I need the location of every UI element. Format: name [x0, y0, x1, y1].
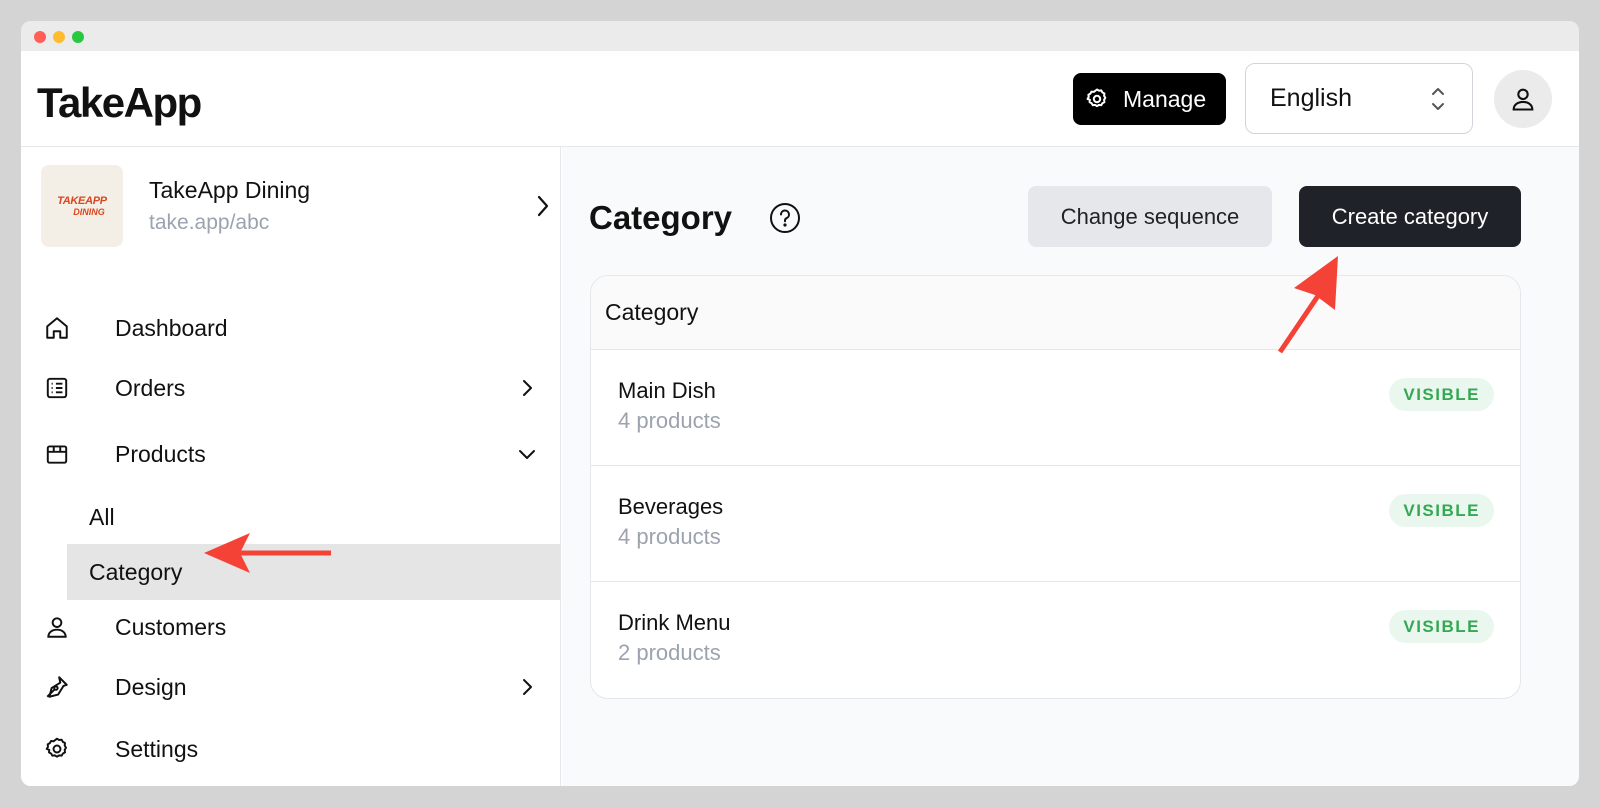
- page-title: Category: [589, 199, 733, 236]
- chevron-right-icon: [523, 679, 532, 695]
- store-url: take.app/abc: [149, 211, 270, 234]
- manage-label: Manage: [1123, 85, 1207, 112]
- app-logo[interactable]: TakeApp: [37, 79, 202, 127]
- status-badge: VISIBLE: [1389, 610, 1494, 643]
- window-titlebar: [21, 21, 1579, 51]
- store-name: TakeApp Dining: [149, 177, 311, 203]
- category-name: Main Dish: [618, 378, 716, 403]
- sidebar-item-design[interactable]: Design: [41, 662, 541, 712]
- home-icon: [41, 312, 73, 344]
- language-value: English: [1270, 84, 1352, 112]
- table-header: Category: [591, 276, 1520, 350]
- sidebar-item-label: Products: [115, 440, 206, 467]
- chevron-right-icon: [523, 380, 532, 396]
- store-switcher[interactable]: TAKEAPP DINING TakeApp Dining take.app/a…: [41, 165, 551, 249]
- product-count: 4 products: [618, 408, 721, 433]
- sidebar-item-label: Orders: [115, 374, 186, 401]
- sidebar-item-label: Dashboard: [115, 314, 228, 341]
- sidebar-item-customers[interactable]: Customers: [41, 602, 541, 652]
- category-name: Drink Menu: [618, 610, 731, 635]
- status-badge: VISIBLE: [1389, 494, 1494, 527]
- category-table: Category Main Dish 4 products VISIBLE Be…: [590, 275, 1521, 699]
- user-icon: [1512, 88, 1534, 111]
- product-count: 2 products: [618, 640, 721, 665]
- chevron-up-down-icon: [1432, 88, 1444, 110]
- chevron-down-icon: [519, 450, 535, 459]
- sidebar: TAKEAPP DINING TakeApp Dining take.app/a…: [21, 147, 561, 786]
- help-icon[interactable]: [769, 202, 801, 234]
- category-name: Beverages: [618, 494, 724, 519]
- create-category-button[interactable]: Create category: [1299, 186, 1521, 247]
- app-window: TakeApp Manage English TAKEAPP DINING Ta…: [21, 21, 1579, 786]
- box-icon: [41, 438, 73, 470]
- table-row[interactable]: Beverages 4 products VISIBLE: [591, 466, 1520, 582]
- pen-tool-icon: [41, 671, 73, 703]
- gear-icon: [41, 733, 73, 765]
- sidebar-item-label: Settings: [115, 735, 199, 762]
- product-count: 4 products: [618, 524, 721, 549]
- sidebar-subitem-all[interactable]: All: [67, 489, 561, 545]
- user-avatar-button[interactable]: [1494, 70, 1552, 128]
- main-content: Category Change sequence Create category…: [562, 147, 1579, 786]
- sidebar-item-products[interactable]: Products: [41, 429, 541, 479]
- sidebar-item-orders[interactable]: Orders: [41, 363, 541, 413]
- sidebar-item-label: Design: [115, 673, 187, 700]
- sidebar-item-dashboard[interactable]: Dashboard: [41, 303, 541, 353]
- gear-icon: [1086, 88, 1107, 108]
- language-select[interactable]: English: [1245, 63, 1473, 134]
- status-badge: VISIBLE: [1389, 378, 1494, 411]
- sidebar-item-label: Customers: [115, 613, 227, 640]
- change-sequence-button[interactable]: Change sequence: [1028, 186, 1272, 247]
- maximize-window-button[interactable]: [72, 31, 84, 43]
- table-row[interactable]: Main Dish 4 products VISIBLE: [591, 350, 1520, 466]
- manage-button[interactable]: Manage: [1073, 73, 1226, 125]
- close-window-button[interactable]: [34, 31, 46, 43]
- sidebar-subitem-category[interactable]: Category: [67, 544, 561, 600]
- store-logo: TAKEAPP DINING: [41, 165, 123, 247]
- sidebar-item-settings[interactable]: Settings: [41, 724, 541, 774]
- minimize-window-button[interactable]: [53, 31, 65, 43]
- top-header: TakeApp Manage English: [21, 51, 1579, 147]
- table-row[interactable]: Drink Menu 2 products VISIBLE: [591, 582, 1520, 698]
- list-icon: [41, 372, 73, 404]
- chevron-right-icon: [537, 195, 549, 217]
- user-icon: [41, 611, 73, 643]
